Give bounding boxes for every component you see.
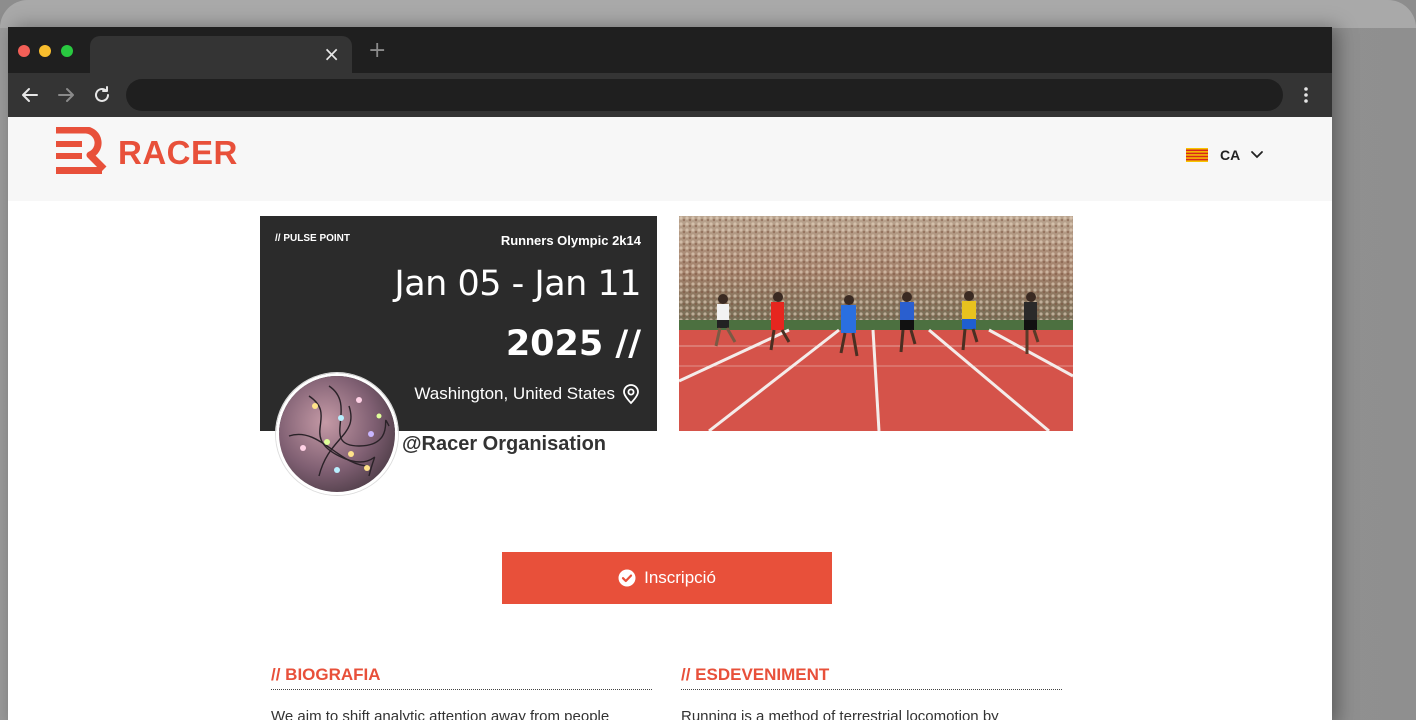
language-selector[interactable]: CA <box>1186 143 1264 167</box>
biography-title: // BIOGRAFIA <box>271 665 652 690</box>
reload-icon[interactable] <box>90 83 114 107</box>
arrow-right-icon[interactable] <box>54 83 78 107</box>
catalan-flag-icon <box>1186 148 1208 162</box>
organiser-avatar[interactable] <box>276 373 398 495</box>
minimize-window-button[interactable] <box>39 45 51 57</box>
browser-tab[interactable]: × <box>90 36 352 73</box>
close-window-button[interactable] <box>18 45 30 57</box>
tab-strip: × + <box>8 27 1332 73</box>
browser-window: × + RACER CA // PULSE POINT Runners Olym… <box>8 27 1332 720</box>
pulse-point-label: // PULSE POINT <box>275 233 351 244</box>
organiser-name[interactable]: @Racer Organisation <box>402 433 606 456</box>
race-photo <box>679 216 1073 431</box>
sprint-race-illustration <box>679 216 1073 431</box>
event-section-text: Running is a method of terrestrial locom… <box>681 708 999 720</box>
register-button[interactable]: Inscripció <box>502 552 832 604</box>
browser-toolbar <box>8 73 1332 117</box>
biography-section: // BIOGRAFIA We aim to shift analytic at… <box>271 665 652 720</box>
tab-close-icon[interactable]: × <box>323 42 340 66</box>
maximize-window-button[interactable] <box>61 45 73 57</box>
racer-logo-icon[interactable] <box>52 127 108 179</box>
event-section-title: // ESDEVENIMENT <box>681 665 1062 690</box>
brand-name[interactable]: RACER <box>118 134 238 172</box>
map-pin-icon <box>623 384 639 405</box>
event-section: // ESDEVENIMENT Running is a method of t… <box>681 665 1062 720</box>
register-button-label: Inscripció <box>644 568 716 587</box>
event-location: Washington, United States <box>414 383 641 405</box>
chevron-down-icon <box>1251 151 1264 159</box>
language-code: CA <box>1220 147 1241 163</box>
event-location-text: Washington, United States <box>414 384 615 403</box>
arrow-left-icon[interactable] <box>18 83 42 107</box>
address-bar[interactable] <box>126 79 1283 111</box>
fairy-lights-image <box>279 376 395 492</box>
web-page: RACER CA // PULSE POINT Runners Olympic … <box>8 117 1332 720</box>
event-dates: Jan 05 - Jan 11 <box>394 264 641 304</box>
new-tab-button[interactable]: + <box>368 39 386 63</box>
event-year: 2025 // <box>505 324 641 364</box>
event-name: Runners Olympic 2k14 <box>500 233 641 248</box>
biography-text: We aim to shift analytic attention away … <box>271 708 610 720</box>
check-circle-icon <box>618 569 636 587</box>
kebab-menu-icon[interactable] <box>1294 83 1318 107</box>
site-header: RACER CA <box>8 117 1332 201</box>
